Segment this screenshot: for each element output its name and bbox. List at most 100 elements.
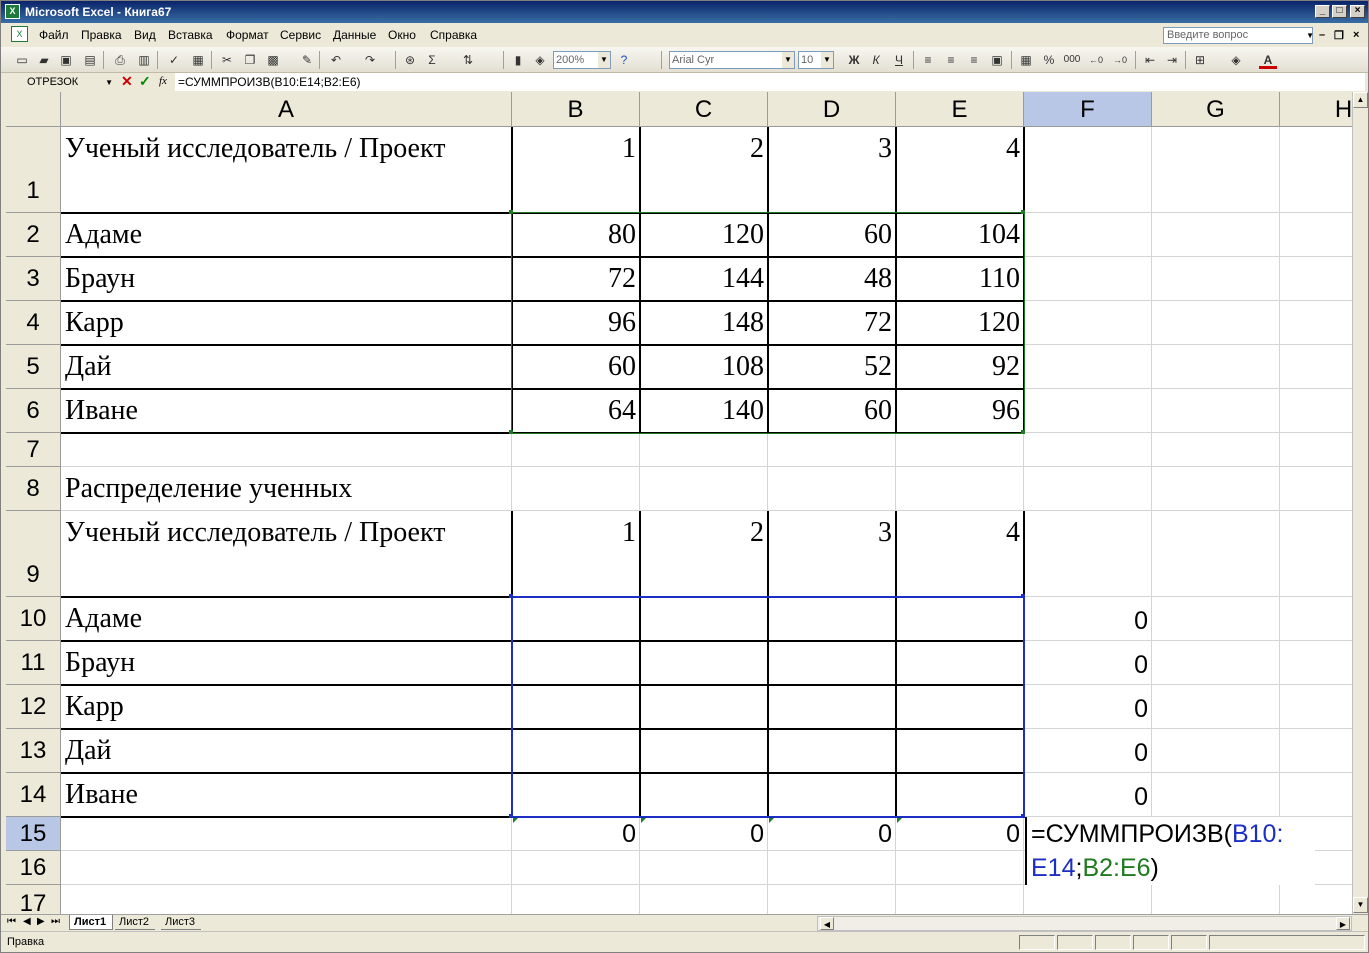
allocation-cell[interactable] xyxy=(768,729,896,773)
row-sum-cell[interactable]: 0 xyxy=(1024,641,1152,685)
table2-name-cell[interactable]: Браун xyxy=(61,641,512,685)
table1-value-cell[interactable]: 52 xyxy=(768,345,896,389)
print-icon[interactable]: ⎙ xyxy=(111,51,129,69)
table2-name-cell[interactable]: Иване xyxy=(61,773,512,817)
worksheet-grid[interactable]: A B C D E F G H 1 2 3 4 5 6 7 8 9 10 11 12 13 14 15 16 17 Ученый … xyxy=(6,92,1352,914)
document-icon[interactable]: X xyxy=(11,26,28,42)
print-preview-icon[interactable]: ▥ xyxy=(135,51,153,69)
percent-button[interactable]: % xyxy=(1040,51,1058,69)
undo-icon[interactable]: ↶ xyxy=(327,51,345,69)
allocation-cell[interactable] xyxy=(512,685,640,729)
table1-header-cell[interactable]: Ученый исследователь / Проект xyxy=(61,127,512,213)
open-icon[interactable]: ▰ xyxy=(35,51,53,69)
research-icon[interactable]: ▦ xyxy=(189,51,207,69)
table1-value-cell[interactable]: 96 xyxy=(896,389,1024,433)
table1-name-cell[interactable]: Браун xyxy=(61,257,512,301)
column-header-F[interactable]: F xyxy=(1024,92,1152,127)
increase-indent-icon[interactable]: ⇥ xyxy=(1163,51,1181,69)
decrease-decimal-icon[interactable]: →0 xyxy=(1111,51,1129,69)
table1-value-cell[interactable]: 108 xyxy=(640,345,768,389)
zoom-dropdown-icon[interactable]: ▼ xyxy=(598,52,610,68)
font-size-dropdown-icon[interactable]: ▼ xyxy=(821,52,833,68)
section-title-cell[interactable]: Распределение ученных xyxy=(61,467,512,511)
doc-restore-button[interactable]: ❐ xyxy=(1334,29,1344,42)
table1-value-cell[interactable]: 120 xyxy=(896,301,1024,345)
row-header-9[interactable]: 9 xyxy=(6,511,61,597)
column-header-D[interactable]: D xyxy=(768,92,896,127)
table1-value-cell[interactable]: 72 xyxy=(768,301,896,345)
allocation-cell[interactable] xyxy=(640,685,768,729)
spelling-icon[interactable]: ✓ xyxy=(165,51,183,69)
menu-help[interactable]: Справка xyxy=(430,28,477,42)
table1-name-cell[interactable]: Адаме xyxy=(61,213,512,257)
format-painter-icon[interactable]: ✎ xyxy=(298,51,316,69)
column-sum-cell[interactable]: 0 xyxy=(512,817,640,851)
table1-value-cell[interactable]: 120 xyxy=(640,213,768,257)
align-left-icon[interactable]: ≡ xyxy=(919,51,937,69)
row-sum-cell[interactable]: 0 xyxy=(1024,597,1152,641)
autosum-icon[interactable]: Σ xyxy=(423,51,441,69)
menu-tools[interactable]: Сервис xyxy=(280,28,321,42)
range-handle[interactable] xyxy=(1021,430,1025,434)
thousands-button[interactable]: 000 xyxy=(1063,51,1081,69)
allocation-cell[interactable] xyxy=(896,597,1024,641)
table1-value-cell[interactable]: 48 xyxy=(768,257,896,301)
font-name-dropdown-icon[interactable]: ▼ xyxy=(782,52,794,68)
font-color-icon[interactable]: A xyxy=(1259,51,1277,69)
enter-icon[interactable]: ✓ xyxy=(139,73,151,90)
maximize-button[interactable]: □ xyxy=(1332,5,1347,18)
drawing-icon[interactable]: ◈ xyxy=(531,51,549,69)
scroll-down-icon[interactable]: ▼ xyxy=(1353,897,1368,913)
prev-sheet-icon[interactable]: ◀ xyxy=(23,916,31,927)
menu-file[interactable]: Файл xyxy=(39,28,69,42)
sheet-tab-2[interactable]: Лист2 xyxy=(115,915,156,930)
table1-name-cell[interactable]: Дай xyxy=(61,345,512,389)
sheet-tab-3[interactable]: Лист3 xyxy=(161,915,202,930)
copy-icon[interactable]: ❐ xyxy=(241,51,259,69)
first-sheet-icon[interactable]: ⏮ xyxy=(7,916,16,927)
name-box-dropdown-icon[interactable]: ▼ xyxy=(105,74,113,91)
doc-close-button[interactable]: × xyxy=(1353,29,1359,41)
fill-color-icon[interactable]: ◈ xyxy=(1227,51,1245,69)
table1-value-cell[interactable]: 80 xyxy=(512,213,640,257)
redo-icon[interactable]: ↷ xyxy=(361,51,379,69)
row-header-12[interactable]: 12 xyxy=(6,685,61,729)
hyperlink-icon[interactable]: ⊛ xyxy=(401,51,419,69)
menu-edit[interactable]: Правка xyxy=(81,28,122,42)
column-sum-cell[interactable]: 0 xyxy=(768,817,896,851)
table1-project-cell[interactable]: 3 xyxy=(768,127,896,213)
scroll-left-icon[interactable]: ◀ xyxy=(820,917,834,930)
select-all-corner[interactable] xyxy=(6,92,61,127)
allocation-cell[interactable] xyxy=(768,597,896,641)
row-header-8[interactable]: 8 xyxy=(6,467,61,511)
paste-icon[interactable]: ▩ xyxy=(264,51,282,69)
row-header-3[interactable]: 3 xyxy=(6,257,61,301)
table2-project-cell[interactable]: 2 xyxy=(640,511,768,597)
allocation-cell[interactable] xyxy=(640,729,768,773)
borders-icon[interactable]: ⊞ xyxy=(1191,51,1209,69)
next-sheet-icon[interactable]: ▶ xyxy=(37,916,45,927)
currency-icon[interactable]: ▦ xyxy=(1017,51,1035,69)
column-header-H[interactable]: H xyxy=(1280,92,1352,127)
allocation-cell[interactable] xyxy=(640,773,768,817)
help-dropdown-icon[interactable]: ▼ xyxy=(1306,28,1314,43)
menu-insert[interactable]: Вставка xyxy=(168,28,213,42)
range-handle[interactable] xyxy=(509,430,513,434)
vertical-scrollbar[interactable]: ▲ ▼ xyxy=(1352,92,1368,914)
table2-project-cell[interactable]: 3 xyxy=(768,511,896,597)
table1-value-cell[interactable]: 148 xyxy=(640,301,768,345)
table2-name-cell[interactable]: Дай xyxy=(61,729,512,773)
allocation-cell[interactable] xyxy=(640,641,768,685)
row-header-7[interactable]: 7 xyxy=(6,433,61,467)
align-center-icon[interactable]: ≡ xyxy=(942,51,960,69)
table1-value-cell[interactable]: 60 xyxy=(768,389,896,433)
row-header-6[interactable]: 6 xyxy=(6,389,61,433)
name-box[interactable]: ОТРЕЗОК ▼ xyxy=(5,74,115,91)
row-header-4[interactable]: 4 xyxy=(6,301,61,345)
insert-function-icon[interactable]: fx xyxy=(159,75,167,87)
table1-name-cell[interactable]: Иване xyxy=(61,389,512,433)
table1-name-cell[interactable]: Карр xyxy=(61,301,512,345)
permission-icon[interactable]: ▤ xyxy=(81,51,99,69)
range-handle[interactable] xyxy=(1021,594,1025,598)
allocation-cell[interactable] xyxy=(768,773,896,817)
